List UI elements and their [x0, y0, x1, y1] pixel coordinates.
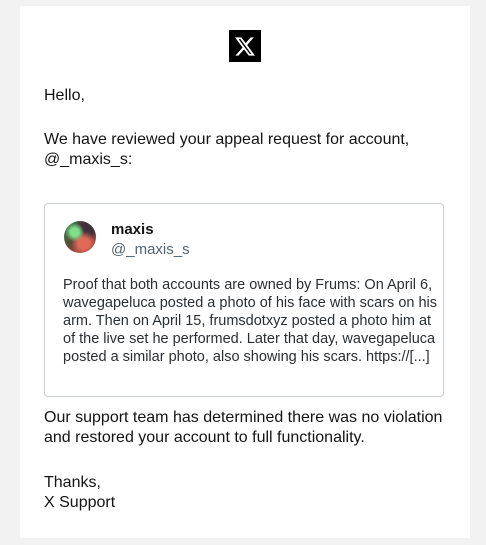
- quoted-post: maxis @_maxis_s Proof that both accounts…: [44, 203, 444, 397]
- quoted-post-text: Proof that both accounts are owned by Fr…: [63, 277, 438, 365]
- greeting-text: Hello,: [44, 87, 85, 104]
- signoff-sender: X Support: [44, 494, 116, 511]
- email-card: Hello, We have reviewed your appeal requ…: [20, 6, 470, 538]
- quoted-post-handle: @_maxis_s: [111, 241, 190, 258]
- avatar: [64, 221, 96, 253]
- x-logo-icon: [235, 36, 255, 56]
- x-logo: [229, 30, 261, 62]
- support-decision-text: Our support team has determined there wa…: [44, 409, 443, 446]
- signoff-thanks: Thanks,: [44, 474, 101, 491]
- appeal-intro-text: We have reviewed your appeal request for…: [44, 131, 410, 168]
- quoted-post-display-name: maxis: [111, 221, 154, 238]
- signoff: Thanks, X Support: [44, 473, 115, 513]
